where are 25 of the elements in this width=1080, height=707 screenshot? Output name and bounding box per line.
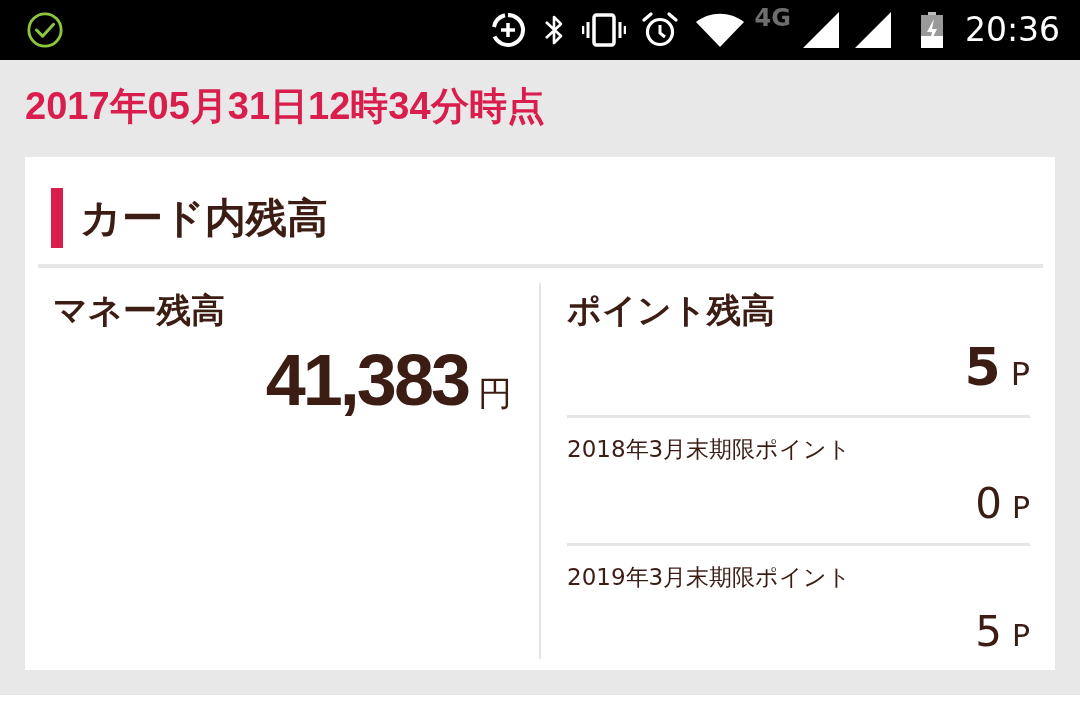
signal-icon: [802, 12, 839, 48]
points-unit: P: [1011, 617, 1030, 655]
card-title: カード内残高: [80, 193, 328, 243]
money-label: マネー残高: [53, 289, 225, 332]
points-unit: P: [1011, 489, 1030, 527]
accent-bar: [51, 188, 63, 248]
signal-icon: [854, 12, 891, 48]
network-type: 4G: [754, 6, 791, 30]
alarm-clock-icon: [642, 12, 679, 48]
vibrate-icon: [582, 12, 627, 48]
points-label: ポイント残高: [567, 289, 775, 332]
money-amount: 41,383: [265, 340, 468, 420]
expiring-points-amount: 0: [975, 478, 1002, 530]
currency-unit: 円: [478, 373, 512, 413]
data-saver-icon: [490, 12, 527, 48]
expiring-points-amount: 5: [975, 606, 1002, 658]
expiring-points-label: 2019年3月末期限ポイント: [567, 563, 852, 592]
timestamp-text: 2017年05月31日12時34分時点: [25, 83, 545, 129]
wifi-icon: [696, 13, 745, 47]
expiring-points-label: 2018年3月末期限ポイント: [567, 435, 852, 464]
points-unit: P: [1010, 354, 1030, 394]
check-circle-icon: [26, 11, 64, 49]
clock-time: 20:36: [964, 10, 1060, 50]
battery-charging-icon: [920, 12, 943, 48]
points-amount: 5: [964, 336, 1001, 399]
